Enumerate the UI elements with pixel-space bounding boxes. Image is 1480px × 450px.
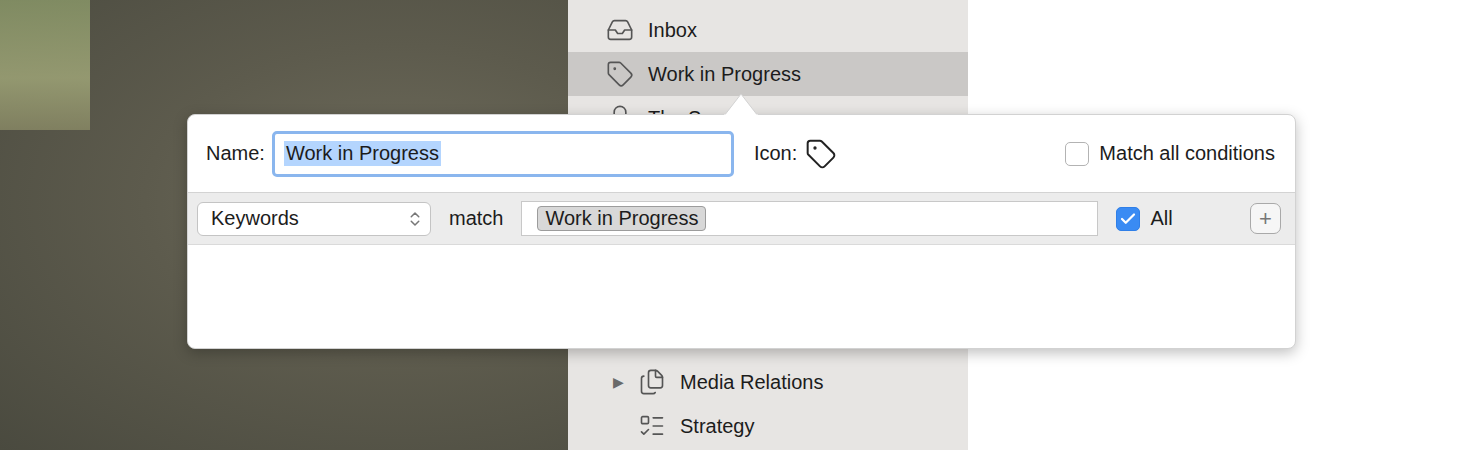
name-value: Work in Progress (284, 141, 441, 166)
sidebar-item-label: Strategy (680, 415, 754, 438)
popover-body (188, 245, 1295, 348)
sidebar-item[interactable]: Strategy (568, 404, 968, 448)
all-label: All (1150, 207, 1172, 230)
sidebar-item[interactable]: Inbox (568, 8, 968, 52)
sidebar-item-label: Work in Progress (648, 63, 801, 86)
name-field[interactable]: Work in Progress (272, 131, 734, 177)
smart-group-popover: Name: Work in Progress Icon: Match all cond… (187, 114, 1296, 349)
add-condition-button[interactable]: + (1250, 203, 1281, 234)
token-field[interactable]: Work in Progress (521, 201, 1098, 236)
tag-icon (606, 60, 634, 88)
check-icon (1119, 210, 1137, 228)
condition-row: Keywords match Work in Progress All + (188, 192, 1295, 245)
sidebar-item-label: Inbox (648, 19, 697, 42)
list-icon (638, 412, 666, 440)
tag-icon (805, 138, 837, 170)
all-checkbox[interactable] (1116, 207, 1140, 231)
operator-label: match (449, 207, 503, 230)
token[interactable]: Work in Progress (537, 206, 706, 231)
match-all-checkbox[interactable] (1065, 142, 1089, 166)
sidebar-item[interactable]: ▶ Media Relations (568, 360, 968, 404)
sidebar-item[interactable]: Work in Progress (568, 52, 968, 96)
field-select[interactable]: Keywords (197, 202, 431, 236)
name-label: Name: (206, 142, 265, 165)
disclosure-triangle[interactable]: ▶ (613, 374, 635, 390)
updown-icon (406, 210, 424, 228)
icon-picker[interactable] (805, 138, 837, 170)
app-window: InboxWork in Progress▼The S▶Media Relati… (0, 0, 1480, 450)
document-icon (638, 368, 666, 396)
popover-arrow (724, 92, 758, 116)
icon-label: Icon: (754, 142, 797, 165)
sidebar-item-label: Media Relations (680, 371, 823, 394)
match-all-label: Match all conditions (1099, 142, 1275, 165)
inbox-icon (606, 16, 634, 44)
popover-header: Name: Work in Progress Icon: Match all cond… (188, 115, 1295, 192)
